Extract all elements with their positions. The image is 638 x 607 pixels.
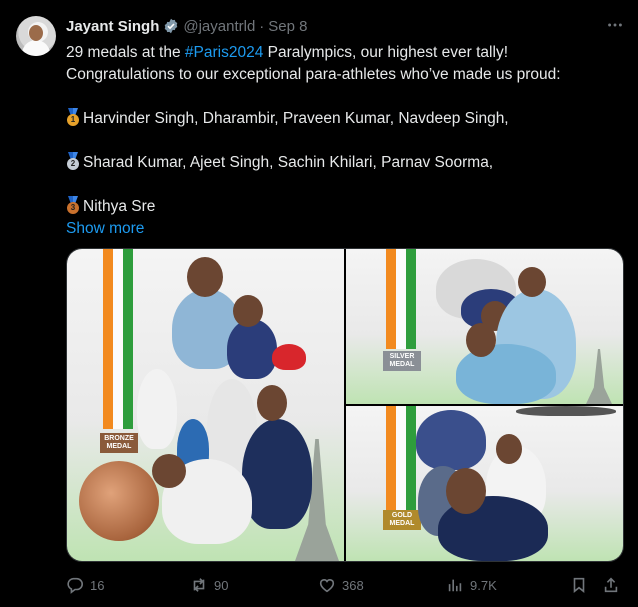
silver-medalists: Sharad Kumar, Ajeet Singh, Sachin Khilar…	[83, 154, 494, 171]
tweet-line-1: 29 medals at the #Paris2024 Paralympics,…	[66, 42, 626, 64]
like-count: 368	[342, 577, 364, 593]
reply-button[interactable]: 16	[66, 574, 104, 596]
flag-stripe-white	[396, 406, 406, 510]
mascot-graphic	[272, 344, 306, 370]
show-more-link[interactable]: Show more	[66, 220, 144, 237]
athlete-head	[187, 257, 223, 297]
repost-button[interactable]: 90	[190, 574, 228, 596]
heart-icon	[319, 579, 335, 593]
verified-badge-icon	[163, 18, 179, 34]
share-button[interactable]	[602, 574, 620, 596]
athlete-figure	[242, 419, 312, 529]
text-segment: Paralympics, our highest ever tally!	[263, 44, 508, 61]
bookmark-icon	[573, 577, 585, 593]
medal-label: BRONZE MEDAL	[100, 433, 138, 453]
media-grid: BRONZE MEDAL SILVER MEDAL GOLD MEDAL	[66, 248, 624, 562]
athlete-head	[257, 385, 287, 421]
flag-stripe-saffron	[103, 249, 113, 429]
athlete-head	[233, 295, 263, 327]
text-segment: 29 medals at the	[66, 44, 185, 61]
share-icon	[604, 577, 618, 593]
repost-count: 90	[214, 577, 229, 593]
repost-icon	[193, 578, 205, 592]
media-image-silver[interactable]: SILVER MEDAL	[346, 249, 623, 404]
avatar-face	[29, 25, 43, 41]
athlete-figure	[227, 319, 277, 379]
bookmark-button[interactable]	[570, 574, 588, 596]
silver-medalists-line: 2 Sharad Kumar, Ajeet Singh, Sachin Khila…	[66, 152, 626, 174]
medal-label: GOLD MEDAL	[383, 510, 421, 530]
tweet-line-2: Congratulations to our exceptional para-…	[66, 66, 561, 83]
athlete-head	[446, 468, 486, 514]
flag-stripe-white	[396, 249, 406, 349]
athlete-figure	[137, 369, 177, 449]
media-image-gold[interactable]: GOLD MEDAL	[346, 406, 623, 561]
athlete-head	[518, 267, 546, 297]
flag-stripe-green	[123, 249, 133, 429]
flag-stripe-green	[406, 406, 416, 510]
header-separator: ·	[259, 17, 265, 35]
reply-icon	[67, 577, 83, 594]
tweet-text: 29 medals at the #Paris2024 Paralympics,…	[66, 42, 626, 240]
like-button[interactable]: 368	[318, 574, 364, 596]
more-icon[interactable]	[606, 16, 624, 39]
tweet-header: Jayant Singh @jayantrld · Sep 8	[66, 16, 308, 36]
tweet[interactable]: Jayant Singh @jayantrld · Sep 8 29 medal…	[0, 0, 638, 607]
bronze-medal-graphic	[79, 461, 159, 541]
avatar[interactable]	[16, 16, 56, 56]
avatar-shirt	[22, 40, 50, 56]
media-image-bronze[interactable]: BRONZE MEDAL	[67, 249, 344, 561]
medal-label: SILVER MEDAL	[383, 351, 421, 371]
athlete-head	[496, 434, 522, 464]
author-name[interactable]: Jayant Singh	[66, 18, 159, 35]
athlete-head	[152, 454, 186, 488]
show-more-line: Show more	[66, 218, 626, 240]
bronze-medalists-line: 3 Nithya Sre	[66, 196, 626, 218]
author-handle[interactable]: @jayantrld	[183, 18, 255, 35]
gold-medalists-line: 1 Harvinder Singh, Dharambir, Praveen Kum…	[66, 108, 626, 130]
archery-bow-graphic	[516, 406, 616, 416]
views-count: 9.7K	[470, 577, 497, 593]
views-button[interactable]: 9.7K	[446, 574, 497, 596]
reply-count: 16	[90, 577, 105, 593]
flag-stripe-saffron	[386, 249, 396, 349]
gold-medalists: Harvinder Singh, Dharambir, Praveen Kuma…	[83, 110, 509, 127]
flag-stripe-white	[113, 249, 123, 429]
action-bar: 16 90 368 9.7K	[66, 574, 626, 596]
bronze-medal-icon: 3	[66, 196, 80, 214]
views-chart-icon	[448, 579, 462, 592]
flag-stripe-saffron	[386, 406, 396, 510]
tweet-date[interactable]: Sep 8	[268, 18, 307, 35]
flag-stripe-green	[406, 249, 416, 349]
silver-medal-icon: 2	[66, 152, 80, 170]
athlete-head	[466, 323, 496, 357]
bronze-medalists: Nithya Sre	[83, 198, 156, 215]
athlete-figure	[416, 410, 486, 470]
gold-medal-icon: 1	[66, 108, 80, 126]
hashtag-link[interactable]: #Paris2024	[185, 44, 263, 61]
